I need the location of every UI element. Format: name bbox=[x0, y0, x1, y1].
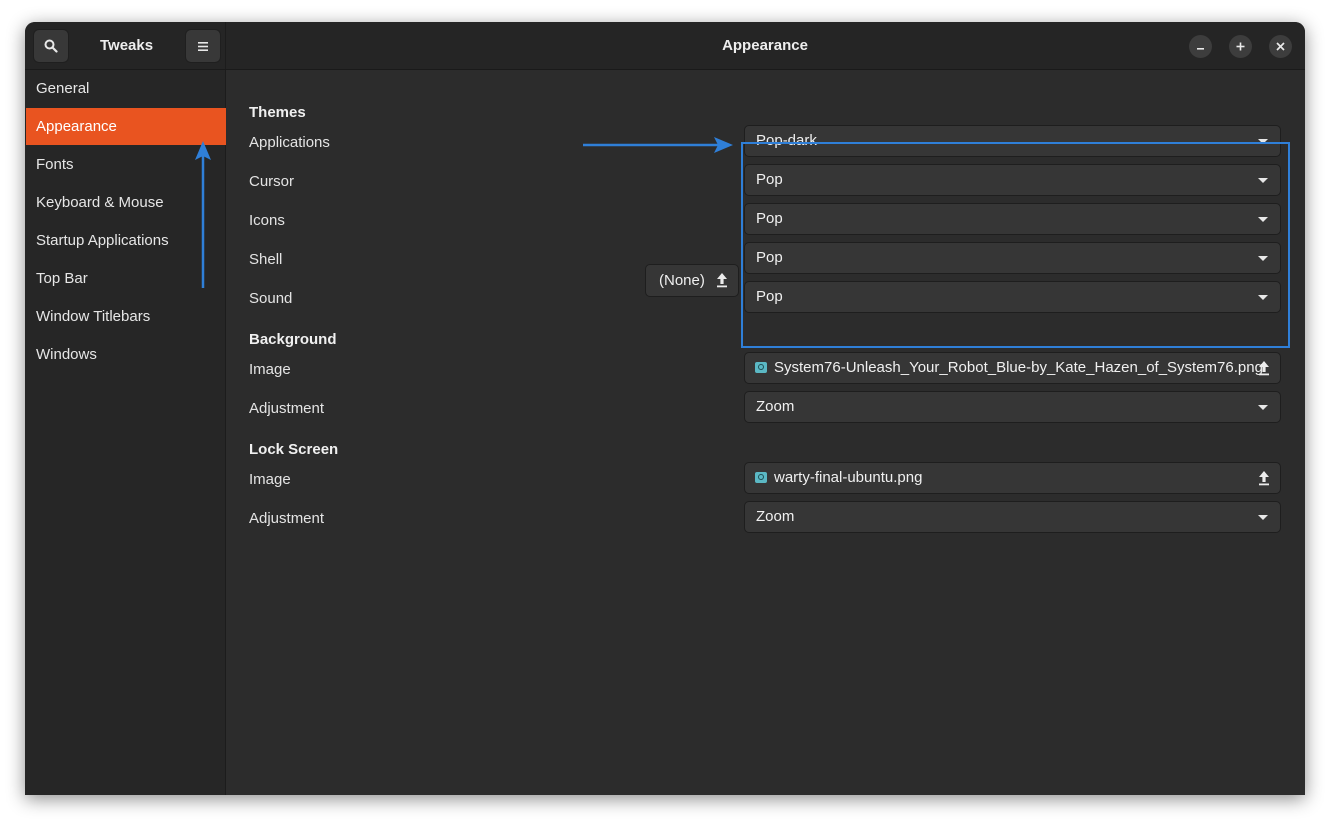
hamburger-menu-icon bbox=[198, 41, 208, 51]
shell-theme-dropdown[interactable]: Pop bbox=[744, 242, 1281, 274]
lock-screen-adjustment-value: Zoom bbox=[756, 508, 795, 525]
upload-icon bbox=[717, 273, 727, 288]
maximize-button[interactable] bbox=[1229, 35, 1252, 58]
sound-theme-value: Pop bbox=[756, 288, 783, 305]
sidebar-item-window-titlebars[interactable]: Window Titlebars bbox=[26, 298, 226, 335]
sidebar-item-startup-applications[interactable]: Startup Applications bbox=[26, 222, 226, 259]
lock-screen-section-title: Lock Screen bbox=[249, 441, 339, 458]
applications-label: Applications bbox=[249, 134, 330, 151]
background-image-chooser[interactable]: System76-Unleash_Your_Robot_Blue-by_Kate… bbox=[744, 352, 1281, 384]
sidebar-item-windows[interactable]: Windows bbox=[26, 336, 226, 373]
applications-theme-dropdown[interactable]: Pop-dark bbox=[744, 125, 1281, 157]
shell-theme-value: Pop bbox=[756, 249, 783, 266]
lock-screen-adjustment-dropdown[interactable]: Zoom bbox=[744, 501, 1281, 533]
close-button[interactable] bbox=[1269, 35, 1292, 58]
cursor-theme-dropdown[interactable]: Pop bbox=[744, 164, 1281, 196]
chevron-down-icon bbox=[1258, 139, 1268, 144]
shell-extension-value: (None) bbox=[659, 272, 705, 289]
chevron-down-icon bbox=[1258, 256, 1268, 261]
lock-screen-image-label: Image bbox=[249, 471, 291, 488]
image-file-icon bbox=[755, 472, 767, 483]
page-title: Appearance bbox=[722, 37, 808, 54]
menu-button[interactable] bbox=[185, 29, 221, 63]
applications-theme-value: Pop-dark bbox=[756, 132, 817, 149]
background-section-title: Background bbox=[249, 331, 337, 348]
sound-label: Sound bbox=[249, 290, 293, 307]
maximize-icon bbox=[1236, 42, 1245, 51]
lock-screen-image-value: warty-final-ubuntu.png bbox=[774, 469, 923, 486]
background-image-value: System76-Unleash_Your_Robot_Blue-by_Kate… bbox=[774, 359, 1263, 376]
upload-icon bbox=[1259, 471, 1269, 486]
sidebar-header: Tweaks bbox=[25, 22, 226, 69]
sidebar-item-fonts[interactable]: Fonts bbox=[26, 146, 226, 183]
cursor-label: Cursor bbox=[249, 173, 295, 190]
lock-screen-image-chooser[interactable]: warty-final-ubuntu.png bbox=[744, 462, 1281, 494]
search-button[interactable] bbox=[33, 29, 69, 63]
themes-section-title: Themes bbox=[249, 104, 306, 121]
sidebar-item-keyboard-mouse[interactable]: Keyboard & Mouse bbox=[26, 184, 226, 221]
sound-theme-dropdown[interactable]: Pop bbox=[744, 281, 1281, 313]
sidebar-item-top-bar[interactable]: Top Bar bbox=[26, 260, 226, 297]
shell-extension-button[interactable]: (None) bbox=[645, 264, 739, 297]
chevron-down-icon bbox=[1258, 295, 1268, 300]
appearance-panel: Themes Applications Pop-dark Cursor Pop … bbox=[226, 70, 1305, 795]
chevron-down-icon bbox=[1258, 178, 1268, 183]
minimize-icon bbox=[1197, 48, 1204, 50]
sidebar-item-general[interactable]: General bbox=[26, 70, 226, 107]
icons-theme-value: Pop bbox=[756, 210, 783, 227]
search-icon bbox=[44, 39, 58, 53]
background-adjustment-dropdown[interactable]: Zoom bbox=[744, 391, 1281, 423]
minimize-button[interactable] bbox=[1189, 35, 1212, 58]
sidebar-item-appearance[interactable]: Appearance bbox=[26, 108, 226, 145]
background-image-label: Image bbox=[249, 361, 291, 378]
image-file-icon bbox=[755, 362, 767, 373]
app-title: Tweaks bbox=[100, 37, 154, 54]
background-adjustment-value: Zoom bbox=[756, 398, 795, 415]
sidebar: General Appearance Fonts Keyboard & Mous… bbox=[25, 70, 226, 795]
chevron-down-icon bbox=[1258, 515, 1268, 520]
tweaks-window: Tweaks Appearance General Appearance Fon… bbox=[25, 22, 1305, 795]
lock-screen-adjustment-label: Adjustment bbox=[249, 510, 325, 527]
background-adjustment-label: Adjustment bbox=[249, 400, 325, 417]
close-icon bbox=[1276, 42, 1285, 51]
icons-label: Icons bbox=[249, 212, 285, 229]
header-bar: Tweaks Appearance bbox=[25, 22, 1305, 70]
shell-label: Shell bbox=[249, 251, 283, 268]
cursor-theme-value: Pop bbox=[756, 171, 783, 188]
icons-theme-dropdown[interactable]: Pop bbox=[744, 203, 1281, 235]
chevron-down-icon bbox=[1258, 217, 1268, 222]
chevron-down-icon bbox=[1258, 405, 1268, 410]
upload-icon bbox=[1259, 361, 1269, 376]
